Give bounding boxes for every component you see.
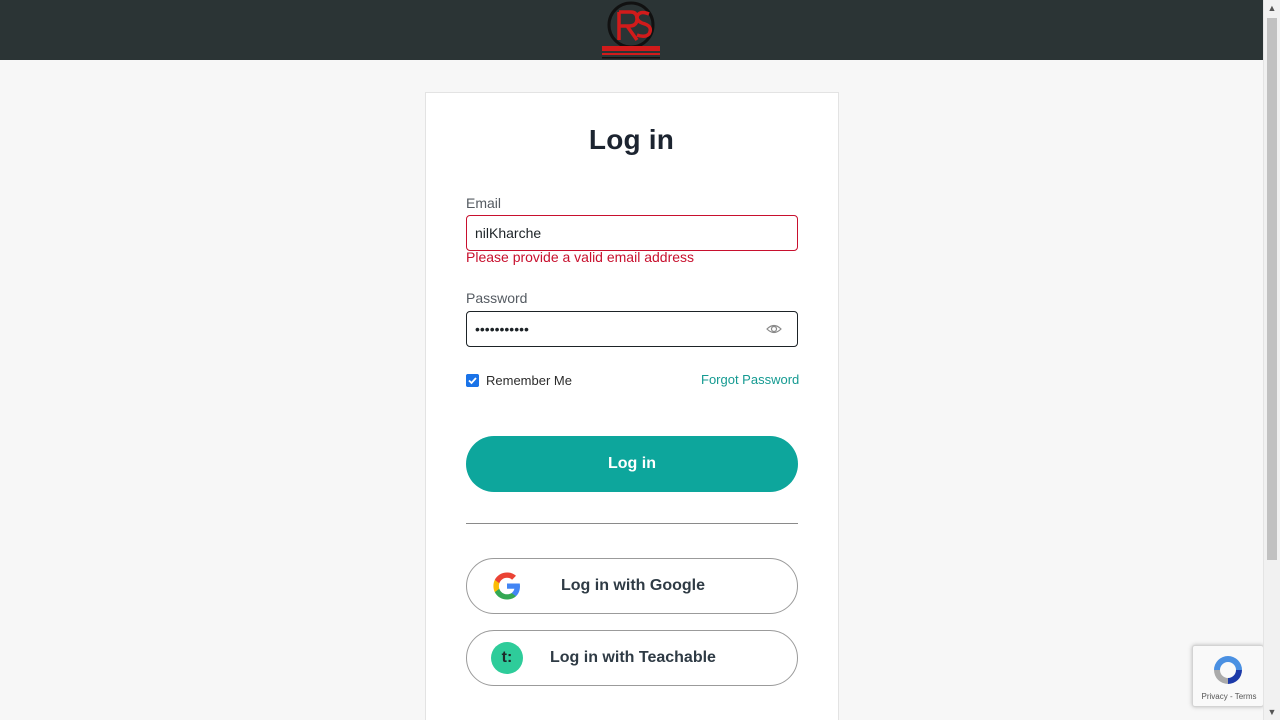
remember-me-label[interactable]: Remember Me <box>486 373 572 388</box>
teachable-icon: t: <box>491 642 523 674</box>
google-icon <box>493 572 520 600</box>
divider <box>466 523 798 524</box>
teachable-login-button[interactable]: t: Log in with Teachable <box>466 630 798 686</box>
remember-me-checkbox[interactable] <box>466 374 479 387</box>
scroll-down-icon[interactable]: ▼ <box>1264 704 1280 720</box>
teachable-button-label: Log in with Teachable <box>550 649 716 666</box>
login-card <box>425 92 839 720</box>
email-label: Email <box>466 195 502 211</box>
email-error-message: Please provide a valid email address <box>466 249 695 265</box>
login-button[interactable]: Log in <box>466 436 798 492</box>
scroll-up-icon[interactable]: ▲ <box>1264 0 1280 16</box>
forgot-password-link[interactable]: Forgot Password <box>701 372 799 387</box>
page-title: Log in <box>588 124 675 155</box>
eye-icon[interactable] <box>766 321 782 337</box>
recaptcha-icon <box>1214 656 1242 684</box>
site-logo-icon[interactable] <box>599 0 663 60</box>
top-header-bar <box>0 0 1263 60</box>
email-field[interactable]: nilKharche <box>466 215 798 251</box>
recaptcha-badge[interactable]: Privacy - Terms <box>1192 645 1264 707</box>
google-login-button[interactable]: Log in with Google <box>466 558 798 614</box>
vertical-scrollbar[interactable]: ▲ ▼ <box>1263 0 1280 720</box>
password-field[interactable]: ••••••••••• <box>466 311 798 347</box>
google-button-label: Log in with Google <box>561 577 705 594</box>
recaptcha-terms-links[interactable]: Privacy - Terms <box>1193 692 1265 701</box>
password-label: Password <box>466 290 528 306</box>
scrollbar-thumb[interactable] <box>1267 18 1277 560</box>
